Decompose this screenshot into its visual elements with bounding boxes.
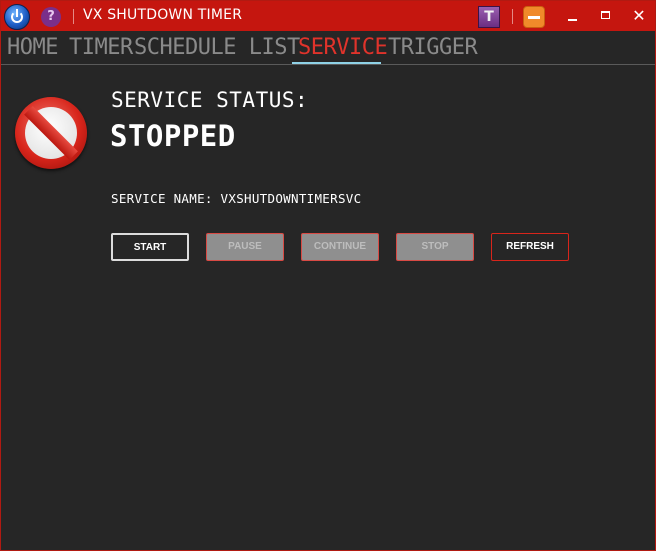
minimize-icon (568, 19, 577, 21)
minimize-button[interactable] (562, 5, 584, 27)
tab-schedule-list[interactable]: SCHEDULE LIST (134, 33, 300, 63)
service-name-label: SERVICE NAME: VXSHUTDOWNTIMERSVC (111, 191, 362, 206)
service-status-value: STOPPED (110, 119, 236, 153)
pause-button[interactable]: PAUSE (206, 233, 284, 261)
continue-button[interactable]: CONTINUE (301, 233, 379, 261)
tab-home[interactable]: HOME (7, 33, 58, 63)
tab-bar: HOME TIMER SCHEDULE LIST SERVICE TRIGGER (1, 31, 655, 65)
stop-sign-icon (15, 97, 87, 169)
minus-glyph (528, 16, 540, 19)
title-divider (73, 9, 74, 24)
app-window: ? VX SHUTDOWN TIMER T ✕ HOME TIMER SCHED… (0, 0, 656, 551)
tab-trigger[interactable]: TRIGGER (388, 33, 478, 63)
power-icon[interactable] (4, 4, 30, 30)
service-status-label: SERVICE STATUS: (111, 88, 309, 112)
window-title: VX SHUTDOWN TIMER (83, 7, 243, 23)
maximize-icon (601, 11, 610, 19)
stop-button[interactable]: STOP (396, 233, 474, 261)
start-button[interactable]: START (111, 233, 189, 261)
timer-app-icon[interactable]: T (478, 6, 500, 28)
help-icon[interactable]: ? (41, 7, 61, 27)
power-line (16, 9, 18, 17)
refresh-button[interactable]: REFRESH (491, 233, 569, 261)
title-divider-right (512, 9, 513, 24)
close-button[interactable]: ✕ (628, 5, 650, 27)
tab-timer[interactable]: TIMER (69, 33, 133, 63)
tab-divider (1, 64, 655, 65)
tab-service[interactable]: SERVICE (298, 33, 388, 63)
title-bar[interactable]: ? VX SHUTDOWN TIMER T ✕ (1, 1, 655, 31)
maximize-button[interactable] (595, 5, 617, 27)
minus-app-icon[interactable] (523, 6, 545, 28)
